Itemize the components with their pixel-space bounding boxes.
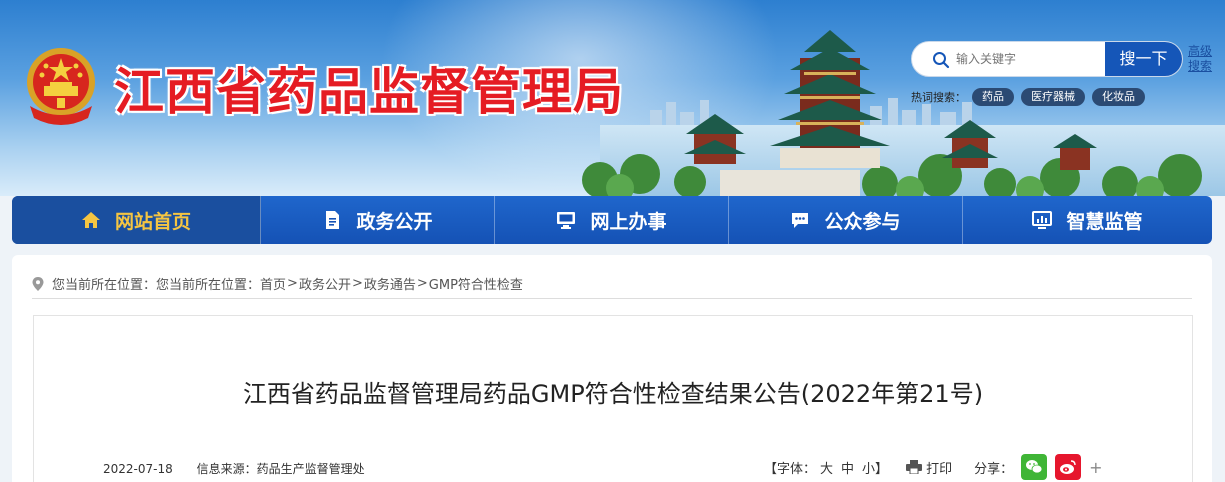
breadcrumb-link[interactable]: GMP符合性检查	[429, 274, 523, 293]
article-container: 江西省药品监督管理局药品GMP符合性检查结果公告(2022年第21号) 2022…	[33, 315, 1193, 482]
hot-tag[interactable]: 药品	[972, 88, 1014, 106]
nav-item-public-participation[interactable]: 公众参与	[729, 196, 963, 244]
weibo-share-button[interactable]	[1055, 454, 1082, 480]
nav-item-label: 政务公开	[356, 210, 433, 233]
search-input[interactable]	[956, 42, 1106, 76]
breadcrumb-link[interactable]: 政务公开	[299, 274, 351, 293]
nav-item-label: 网上办事	[590, 210, 667, 233]
home-icon	[81, 212, 100, 228]
nav-item-government-affairs[interactable]: 政务公开	[261, 196, 495, 244]
nav-item-label: 智慧监管	[1066, 210, 1143, 233]
search-box: 搜一下	[911, 41, 1183, 77]
site-title: 江西省药品监督管理局	[114, 63, 624, 121]
share-label: 分享：	[974, 461, 1014, 477]
breadcrumb-separator: >	[416, 276, 428, 291]
print-icon[interactable]	[906, 460, 923, 474]
trees-image	[582, 154, 1202, 196]
breadcrumb-link[interactable]: 首页	[260, 274, 286, 293]
article-date: 2022-07-18	[103, 462, 173, 476]
dashboard-icon	[1032, 211, 1053, 229]
nav-item-online-services[interactable]: 网上办事	[495, 196, 729, 244]
article-tools: 【字体： 大 中 小】 打印 分享： +	[764, 454, 1103, 480]
search-icon	[933, 52, 950, 69]
font-size-medium-button[interactable]: 中	[841, 458, 854, 477]
main-nav: 网站首页 政务公开 网上办事 公众参与 智慧监管	[12, 196, 1212, 244]
breadcrumb-separator: >	[351, 276, 363, 291]
pavilion-small-image	[942, 120, 998, 168]
pavilion-small-image	[684, 114, 746, 164]
weibo-icon	[1060, 460, 1076, 474]
article-meta: 2022-07-18 信息来源：药品生产监督管理处	[103, 460, 385, 477]
tengwang-pavilion-image	[770, 30, 890, 168]
breadcrumb: 您当前所在位置：您当前所在位置： 首页 > 政务公开 > 政务通告 > GMP符…	[32, 274, 523, 293]
more-share-icon[interactable]: +	[1089, 458, 1102, 477]
wechat-icon	[1026, 460, 1043, 474]
breadcrumb-separator: >	[287, 276, 298, 291]
document-icon	[326, 211, 340, 229]
advanced-search-link[interactable]: 高级搜索	[1188, 44, 1214, 74]
national-emblem-icon	[27, 48, 95, 125]
hot-tag[interactable]: 化妆品	[1092, 88, 1145, 106]
font-size-large-button[interactable]: 大	[820, 458, 833, 477]
hot-tag[interactable]: 医疗器械	[1021, 88, 1085, 106]
breadcrumb-prefix: 您当前所在位置：您当前所在位置：	[52, 278, 261, 293]
hot-search: 热词搜索： 药品 医疗器械 化妆品	[911, 88, 1152, 106]
location-icon	[32, 276, 44, 291]
monitor-icon	[557, 212, 576, 229]
font-size-label: 【字体：	[764, 461, 817, 477]
nav-item-label: 公众参与	[824, 210, 901, 233]
breadcrumb-link[interactable]: 政务通告	[364, 274, 416, 293]
article-title: 江西省药品监督管理局药品GMP符合性检查结果公告(2022年第21号)	[242, 380, 984, 408]
content-panel: 您当前所在位置：您当前所在位置： 首页 > 政务公开 > 政务通告 > GMP符…	[12, 255, 1212, 482]
nav-item-home[interactable]: 网站首页	[12, 196, 261, 244]
divider	[32, 298, 1192, 299]
site-header: 江西省药品监督管理局 搜一下 高级搜索 热词搜索： 药品 医疗器械 化妆品	[0, 0, 1225, 196]
article-source: 信息来源：药品生产监督管理处	[196, 462, 365, 476]
wechat-share-button[interactable]	[1021, 454, 1048, 480]
chat-icon	[792, 213, 809, 228]
font-size-small-button[interactable]: 小】	[862, 458, 888, 477]
print-button[interactable]: 打印	[926, 458, 952, 477]
nav-item-smart-supervision[interactable]: 智慧监管	[963, 196, 1212, 244]
nav-item-label: 网站首页	[114, 210, 191, 233]
search-button[interactable]: 搜一下	[1105, 42, 1182, 76]
pavilion-small-image	[1053, 134, 1097, 170]
hot-search-label: 热词搜索：	[911, 91, 966, 104]
